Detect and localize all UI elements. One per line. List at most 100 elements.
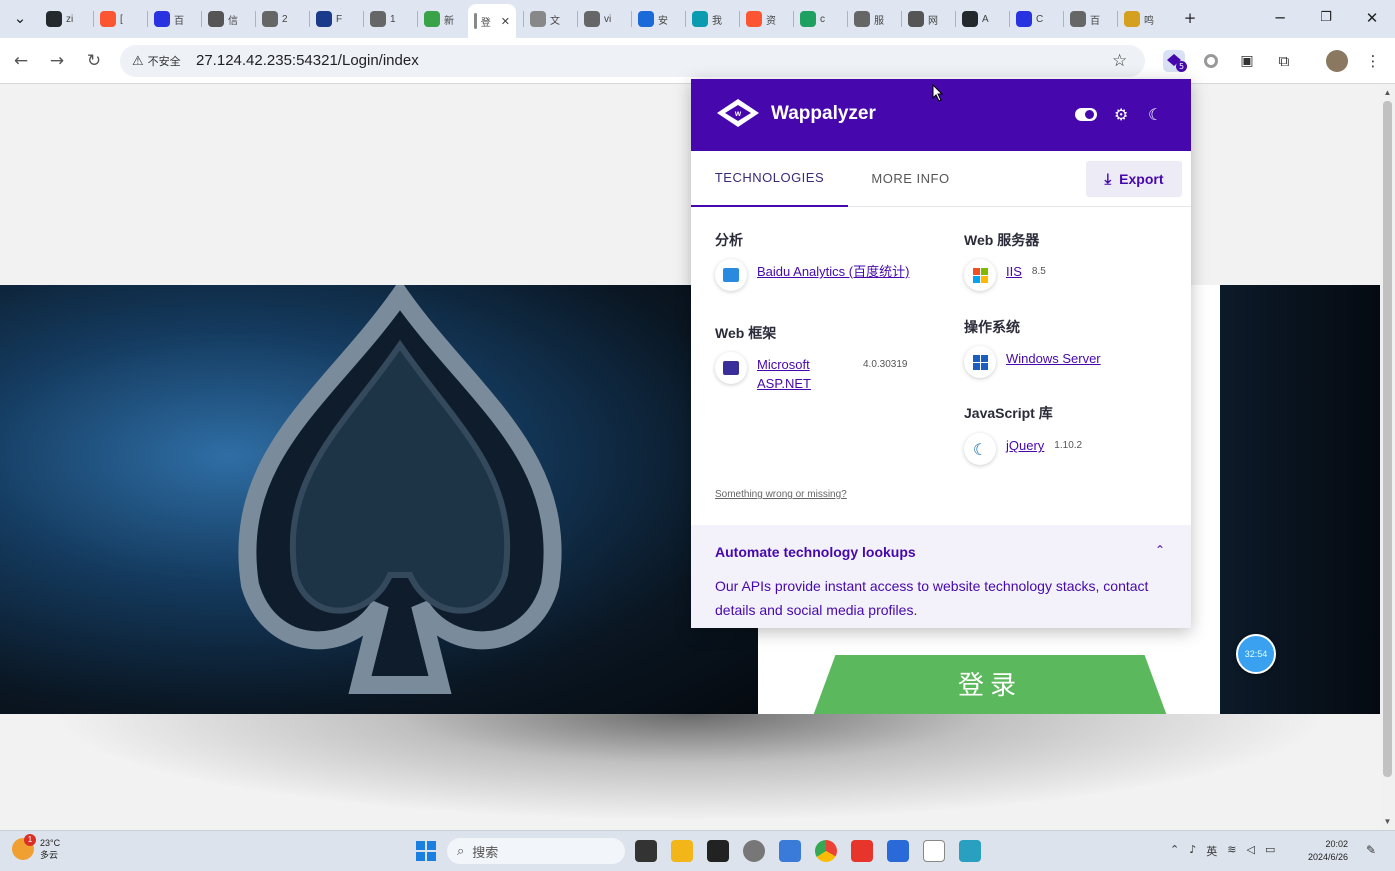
- circle-extension-icon[interactable]: [1200, 50, 1222, 72]
- browser-tab[interactable]: 1: [364, 6, 418, 32]
- export-button[interactable]: ⤓ Export: [1086, 161, 1182, 197]
- reader-extension-icon[interactable]: ▣: [1236, 50, 1258, 72]
- browser-tab[interactable]: F: [310, 6, 364, 32]
- weather-badge: 1: [24, 834, 36, 846]
- tech-name[interactable]: Microsoft ASP.NET: [757, 355, 847, 393]
- settings-gear-icon[interactable]: ⚙: [1114, 105, 1128, 124]
- browser-tab[interactable]: 网: [902, 6, 956, 32]
- automate-title[interactable]: Automate technology lookups: [715, 544, 916, 560]
- address-bar[interactable]: ⚠ 不安全 27.124.42.235:54321/Login/index ☆: [120, 45, 1145, 77]
- browser-tab[interactable]: 百: [148, 6, 202, 32]
- profile-avatar[interactable]: [1326, 50, 1348, 72]
- browser-tab[interactable]: vi: [578, 6, 632, 32]
- wappalyzer-popup: w Wappalyzer ⚙ ☾ TECHNOLOGIES MORE INFO …: [691, 79, 1191, 628]
- browser-tab[interactable]: 新: [418, 6, 472, 32]
- tray-chevron-icon[interactable]: ⌃: [1170, 843, 1179, 859]
- wifi-icon[interactable]: ≋: [1227, 843, 1236, 859]
- close-window-button[interactable]: ✕: [1360, 8, 1384, 28]
- chevron-up-icon[interactable]: ⌃: [1155, 543, 1165, 557]
- scroll-thumb[interactable]: [1383, 101, 1392, 777]
- spade-graphic: [238, 279, 562, 694]
- notification-icon[interactable]: ✎: [1366, 843, 1376, 857]
- app-icon[interactable]: [959, 840, 981, 862]
- tab-search-chevron-icon[interactable]: ⌄: [8, 8, 32, 28]
- input-method[interactable]: 英: [1206, 843, 1217, 859]
- scroll-down-arrow-icon[interactable]: ▼: [1383, 817, 1392, 826]
- app-icon[interactable]: [707, 840, 729, 862]
- dark-mode-moon-icon[interactable]: ☾: [1148, 105, 1162, 124]
- enable-toggle[interactable]: [1075, 108, 1097, 121]
- browser-tab[interactable]: 百: [1064, 6, 1118, 32]
- tab-title: 服: [874, 15, 884, 27]
- back-button[interactable]: ←: [10, 50, 32, 72]
- mouse-cursor-icon: [932, 84, 944, 102]
- browser-tab[interactable]: C: [1010, 6, 1064, 32]
- wappalyzer-extension-icon[interactable]: 5: [1163, 50, 1187, 72]
- minimize-button[interactable]: ─: [1268, 8, 1292, 28]
- reload-button[interactable]: ↻: [83, 50, 105, 72]
- browser-tab[interactable]: 鸣: [1118, 6, 1172, 32]
- tab-technologies[interactable]: TECHNOLOGIES: [691, 151, 848, 207]
- browser-tab[interactable]: 2: [256, 6, 310, 32]
- browser-tab[interactable]: 资: [740, 6, 794, 32]
- tech-name[interactable]: Windows Server: [1006, 349, 1101, 368]
- tech-name[interactable]: jQuery: [1006, 436, 1044, 455]
- tech-jquery[interactable]: ☾ jQuery 1.10.2: [964, 433, 1082, 465]
- tab-title: 百: [1090, 15, 1100, 27]
- tech-name[interactable]: Baidu Analytics (百度统计): [757, 262, 909, 281]
- remote-desktop-icon[interactable]: [779, 840, 801, 862]
- extensions-puzzle-icon[interactable]: ⧉: [1273, 50, 1295, 72]
- start-windows-icon[interactable]: [416, 841, 436, 861]
- wps-icon[interactable]: [851, 840, 873, 862]
- typora-icon[interactable]: [923, 840, 945, 862]
- tab-more-info[interactable]: MORE INFO: [848, 151, 973, 207]
- tech-baidu-analytics[interactable]: Baidu Analytics (百度统计): [715, 259, 925, 291]
- tech-name[interactable]: IIS: [1006, 262, 1022, 281]
- file-explorer-icon[interactable]: [671, 840, 693, 862]
- browser-menu-icon[interactable]: ⋮: [1362, 50, 1384, 72]
- chrome-icon[interactable]: [815, 840, 837, 862]
- app-icon[interactable]: [887, 840, 909, 862]
- browser-tab[interactable]: [: [94, 6, 148, 32]
- browser-toolbar: ← → ↻ ⚠ 不安全 27.124.42.235:54321/Login/in…: [0, 38, 1395, 84]
- restore-button[interactable]: ❐: [1314, 8, 1338, 28]
- browser-tab[interactable]: 登 ✕: [468, 4, 516, 38]
- category-js-library: JavaScript 库: [964, 405, 1053, 421]
- new-tab-button[interactable]: +: [1178, 8, 1202, 28]
- microphone-icon[interactable]: ♪: [1189, 843, 1196, 859]
- weather-widget[interactable]: 1 23°C 多云: [12, 834, 61, 861]
- bookmark-star-icon[interactable]: ☆: [1112, 51, 1127, 71]
- tech-iis[interactable]: IIS 8.5: [964, 259, 1046, 291]
- tab-title: 鸣: [1144, 15, 1154, 27]
- browser-tab[interactable]: zi: [40, 6, 94, 32]
- forward-button[interactable]: →: [46, 50, 68, 72]
- something-wrong-link[interactable]: Something wrong or missing?: [715, 489, 847, 500]
- battery-icon[interactable]: ▭: [1265, 843, 1275, 859]
- search-icon: ⌕: [457, 843, 465, 859]
- tab-title: 资: [766, 15, 776, 27]
- close-tab-icon[interactable]: ✕: [501, 15, 510, 28]
- url-text[interactable]: 27.124.42.235:54321/Login/index: [196, 52, 419, 69]
- scroll-up-arrow-icon[interactable]: ▲: [1383, 88, 1392, 97]
- tech-windows-server[interactable]: Windows Server: [964, 346, 1101, 378]
- browser-tab[interactable]: 文: [524, 6, 578, 32]
- browser-tab[interactable]: 服: [848, 6, 902, 32]
- py-icon: [1124, 11, 1140, 27]
- taskbar-clock[interactable]: 20:02 2024/6/26: [1308, 838, 1348, 864]
- page-scrollbar[interactable]: ▲ ▼: [1380, 85, 1395, 830]
- browser-tab[interactable]: 安: [632, 6, 686, 32]
- timer-badge[interactable]: 32:54: [1236, 634, 1276, 674]
- tab-title: 我: [712, 15, 722, 27]
- tech-aspnet[interactable]: Microsoft ASP.NET 4.0.30319: [715, 352, 945, 393]
- browser-tab[interactable]: 我: [686, 6, 740, 32]
- security-indicator[interactable]: ⚠ 不安全: [128, 51, 185, 71]
- taskbar-search[interactable]: ⌕ 搜索: [447, 838, 625, 864]
- browser-tab[interactable]: 信: [202, 6, 256, 32]
- settings-app-icon[interactable]: [743, 840, 765, 862]
- volume-icon[interactable]: ◁: [1246, 843, 1254, 859]
- browser-tab[interactable]: A: [956, 6, 1010, 32]
- task-view-icon[interactable]: [635, 840, 657, 862]
- temperature: 23°C: [40, 838, 61, 848]
- weather-condition: 多云: [40, 850, 59, 860]
- browser-tab[interactable]: c: [794, 6, 848, 32]
